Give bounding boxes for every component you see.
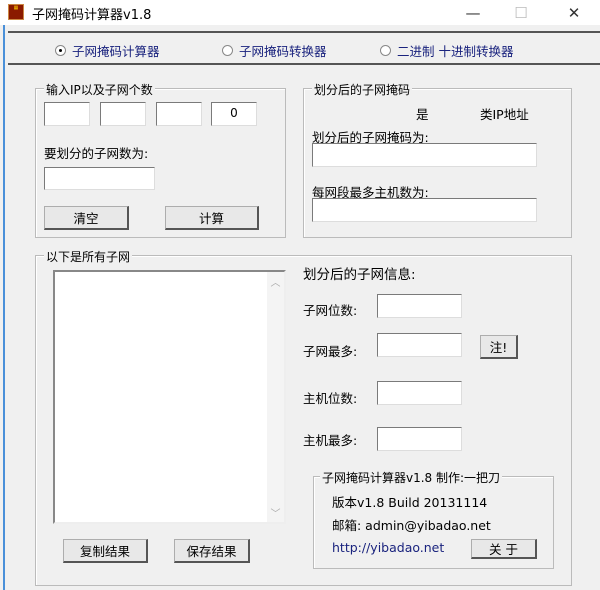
window-title: 子网掩码计算器v1.8 — [32, 8, 152, 23]
subnet-count-label: 要划分的子网数为: — [44, 146, 149, 161]
website-link[interactable]: http://yibadao.net — [332, 540, 444, 555]
group-legend: 划分后的子网掩码 — [312, 81, 413, 98]
radio-icon — [222, 45, 233, 56]
radio-icon — [380, 45, 391, 56]
subnet-info-title: 划分后的子网信息: — [303, 267, 416, 283]
group-legend: 输入IP以及子网个数 — [44, 81, 155, 98]
radio-binary-decimal-converter[interactable]: 二进制 十进制转换器 — [380, 41, 513, 60]
maximize-button[interactable]: ☐ — [498, 0, 544, 25]
group-legend: 子网掩码计算器v1.8 制作:一把刀 — [320, 469, 503, 486]
scrollbar[interactable]: ︿ ﹀ — [267, 272, 284, 522]
version-text: 版本v1.8 Build 20131114 — [332, 495, 488, 510]
window-border — [3, 25, 5, 590]
max-hosts-output[interactable] — [312, 198, 537, 222]
radio-selected-icon — [55, 45, 66, 56]
radio-subnet-calculator[interactable]: 子网掩码计算器 — [55, 41, 160, 60]
subnet-bits-output[interactable] — [377, 294, 462, 318]
host-bits-output[interactable] — [377, 381, 462, 405]
about-button[interactable]: 关 于 — [471, 539, 537, 559]
ip-class-suffix: 类IP地址 — [480, 107, 529, 122]
ip-octet-3[interactable] — [156, 102, 202, 126]
subnet-mask-output[interactable] — [312, 143, 537, 167]
subnet-list[interactable]: ︿ ﹀ — [53, 270, 286, 524]
subnet-count-bits[interactable]: 0 — [211, 102, 257, 126]
minimize-button[interactable]: — — [450, 0, 496, 25]
radio-mask-converter[interactable]: 子网掩码转换器 — [222, 41, 327, 60]
divider — [8, 63, 600, 65]
ip-class-value: 是 — [416, 107, 429, 122]
host-max-output[interactable] — [377, 427, 462, 451]
email-text: 邮箱: admin@yibadao.net — [332, 518, 491, 533]
close-button[interactable]: ✕ — [551, 0, 597, 25]
subnet-count-input[interactable] — [44, 167, 155, 190]
divider — [8, 31, 600, 33]
radio-label: 子网掩码计算器 — [72, 44, 160, 59]
save-results-button[interactable]: 保存结果 — [174, 539, 250, 563]
copy-results-button[interactable]: 复制结果 — [63, 539, 148, 563]
app-icon: ▦ — [8, 4, 24, 20]
ip-octet-2[interactable] — [100, 102, 146, 126]
radio-label: 二进制 十进制转换器 — [397, 44, 514, 59]
host-bits-label: 主机位数: — [303, 391, 358, 406]
scroll-up-icon[interactable]: ︿ — [267, 274, 284, 289]
scroll-down-icon[interactable]: ﹀ — [267, 505, 284, 520]
subnet-max-label: 子网最多: — [303, 344, 358, 359]
calculate-button[interactable]: 计算 — [165, 206, 259, 230]
ip-octet-1[interactable] — [44, 102, 90, 126]
note-button[interactable]: 注! — [480, 335, 518, 359]
radio-label: 子网掩码转换器 — [239, 44, 327, 59]
subnet-bits-label: 子网位数: — [303, 303, 358, 318]
host-max-label: 主机最多: — [303, 433, 358, 448]
clear-button[interactable]: 清空 — [44, 206, 129, 230]
group-legend: 以下是所有子网 — [44, 248, 133, 265]
title-bar: ▦ 子网掩码计算器v1.8 — ☐ ✕ — [0, 0, 600, 25]
subnet-max-output[interactable] — [377, 333, 462, 357]
